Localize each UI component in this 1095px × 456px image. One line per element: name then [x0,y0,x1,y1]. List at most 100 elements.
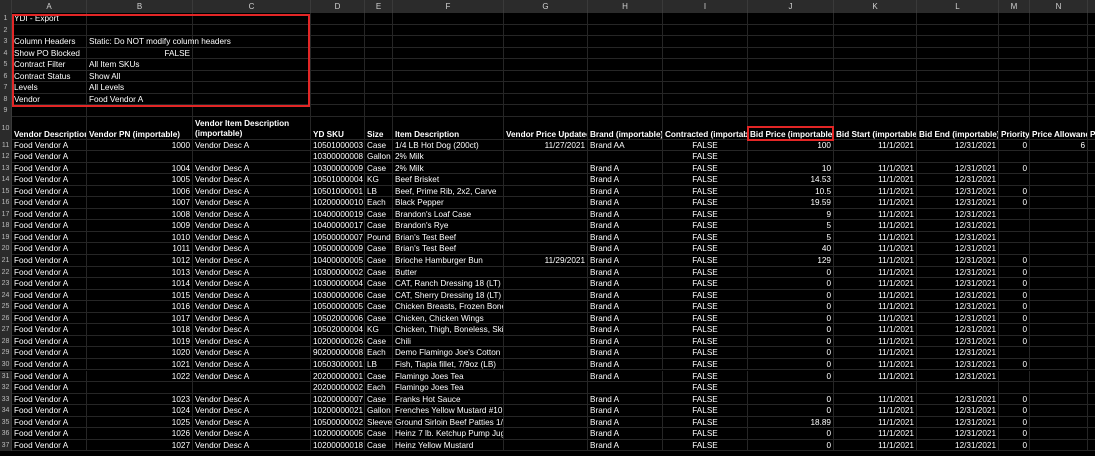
cell[interactable]: 10.5 [748,185,834,198]
cell[interactable]: Case [365,335,393,348]
cell[interactable]: Food Vendor A [12,255,87,267]
cell[interactable] [504,243,588,255]
cell[interactable] [311,82,365,94]
cell[interactable]: FALSE [663,393,748,406]
row-number[interactable]: 19 [0,231,12,244]
cell[interactable]: Brand AA [588,139,663,152]
cell[interactable]: Franks Hot Sauce [393,393,504,406]
cell[interactable]: 10200000007 [311,393,365,406]
cell[interactable] [504,358,588,371]
cell[interactable]: Food Vendor A [12,185,87,198]
cell[interactable]: 1008 [87,208,193,221]
cell[interactable] [1030,82,1088,94]
column-header[interactable]: Bid End (importable) [917,116,999,140]
cell[interactable]: 1005 [87,174,193,186]
cell[interactable] [193,59,311,71]
cell[interactable] [748,382,834,394]
cell[interactable] [504,231,588,244]
column-letter-d[interactable]: D [311,0,365,13]
cell[interactable]: 12/31/2021 [917,405,999,417]
column-letter-i[interactable]: I [663,0,748,13]
cell[interactable]: FALSE [663,151,748,163]
column-letter-f[interactable]: F [393,0,504,13]
cell[interactable]: Each [365,382,393,394]
cell[interactable] [834,93,917,105]
cell[interactable]: 12/31/2021 [917,139,999,152]
cell[interactable]: FALSE [663,370,748,383]
cell[interactable]: 14.53 [748,174,834,186]
cell[interactable]: 1026 [87,428,193,440]
cell[interactable] [834,47,917,59]
cell[interactable]: Frenches Yellow Mustard #10 Pour / Store… [393,405,504,417]
cell[interactable] [999,82,1030,94]
cell[interactable] [365,36,393,48]
cell[interactable] [999,243,1030,255]
cell[interactable]: 11/1/2021 [834,243,917,255]
cell[interactable] [663,36,748,48]
cell[interactable]: Food Vendor A [12,243,87,255]
cell[interactable]: 2% Milk [393,151,504,163]
cell[interactable]: Brand A [588,393,663,406]
cell[interactable] [834,70,917,82]
cell[interactable] [1030,266,1088,279]
cell[interactable] [834,13,917,25]
cell[interactable]: 11/1/2021 [834,439,917,452]
row-number[interactable]: 25 [0,301,12,313]
cell[interactable]: Vendor Desc A [193,370,311,383]
cell[interactable]: 0 [748,289,834,302]
cell[interactable] [1030,220,1088,232]
cell[interactable]: 0 [999,324,1030,336]
cell[interactable]: Brand A [588,301,663,313]
cell[interactable]: 12/31/2021 [917,243,999,255]
cell[interactable] [1030,358,1088,371]
cell[interactable] [393,59,504,71]
cell[interactable]: Brand A [588,428,663,440]
cell[interactable]: 12/31/2021 [917,370,999,383]
column-header[interactable]: Vendor Description [12,116,87,140]
cell[interactable]: LB [365,358,393,371]
cell[interactable]: Brian's Test Beef [393,231,504,244]
row-number[interactable]: 3 [0,36,12,48]
cell[interactable] [663,70,748,82]
cell[interactable]: 1011 [87,243,193,255]
column-header[interactable]: Vendor Item Description (importable) [193,116,311,140]
cell[interactable] [588,70,663,82]
cell[interactable] [748,93,834,105]
cell[interactable]: 12/31/2021 [917,231,999,244]
cell[interactable]: 12/31/2021 [917,393,999,406]
cell[interactable] [504,393,588,406]
cell[interactable]: Food Vendor A [12,393,87,406]
cell[interactable]: Brand A [588,416,663,429]
cell[interactable]: Food Vendor A [12,289,87,302]
cell[interactable] [504,301,588,313]
cell[interactable] [999,208,1030,221]
cell[interactable]: Food Vendor A [87,93,193,105]
cell[interactable]: Brand A [588,405,663,417]
cell[interactable] [504,24,588,36]
cell[interactable]: 0 [748,393,834,406]
cell[interactable] [393,93,504,105]
cell[interactable]: Vendor Desc A [193,393,311,406]
cell[interactable]: 0 [999,266,1030,279]
cell[interactable] [663,82,748,94]
cell[interactable] [393,36,504,48]
cell[interactable] [365,13,393,25]
cell[interactable] [1088,197,1095,209]
cell[interactable]: Food Vendor A [12,231,87,244]
row-number[interactable]: 37 [0,439,12,452]
cell[interactable] [393,105,504,117]
cell[interactable] [588,47,663,59]
cell[interactable]: 10300000008 [311,151,365,163]
cell[interactable] [834,382,917,394]
cell[interactable]: 12/31/2021 [917,416,999,429]
cell[interactable]: 11/1/2021 [834,301,917,313]
cell[interactable] [1088,186,1095,198]
cell[interactable]: Vendor Desc A [193,255,311,267]
cell[interactable] [393,70,504,82]
cell[interactable]: Sleeve [365,416,393,429]
cell[interactable] [1030,13,1088,25]
cell[interactable]: Chicken, Thigh, Boneless, Skin-on (KG) [393,324,504,336]
cell[interactable] [663,93,748,105]
cell[interactable]: 12/31/2021 [917,185,999,198]
cell[interactable]: 10500000007 [311,231,365,244]
